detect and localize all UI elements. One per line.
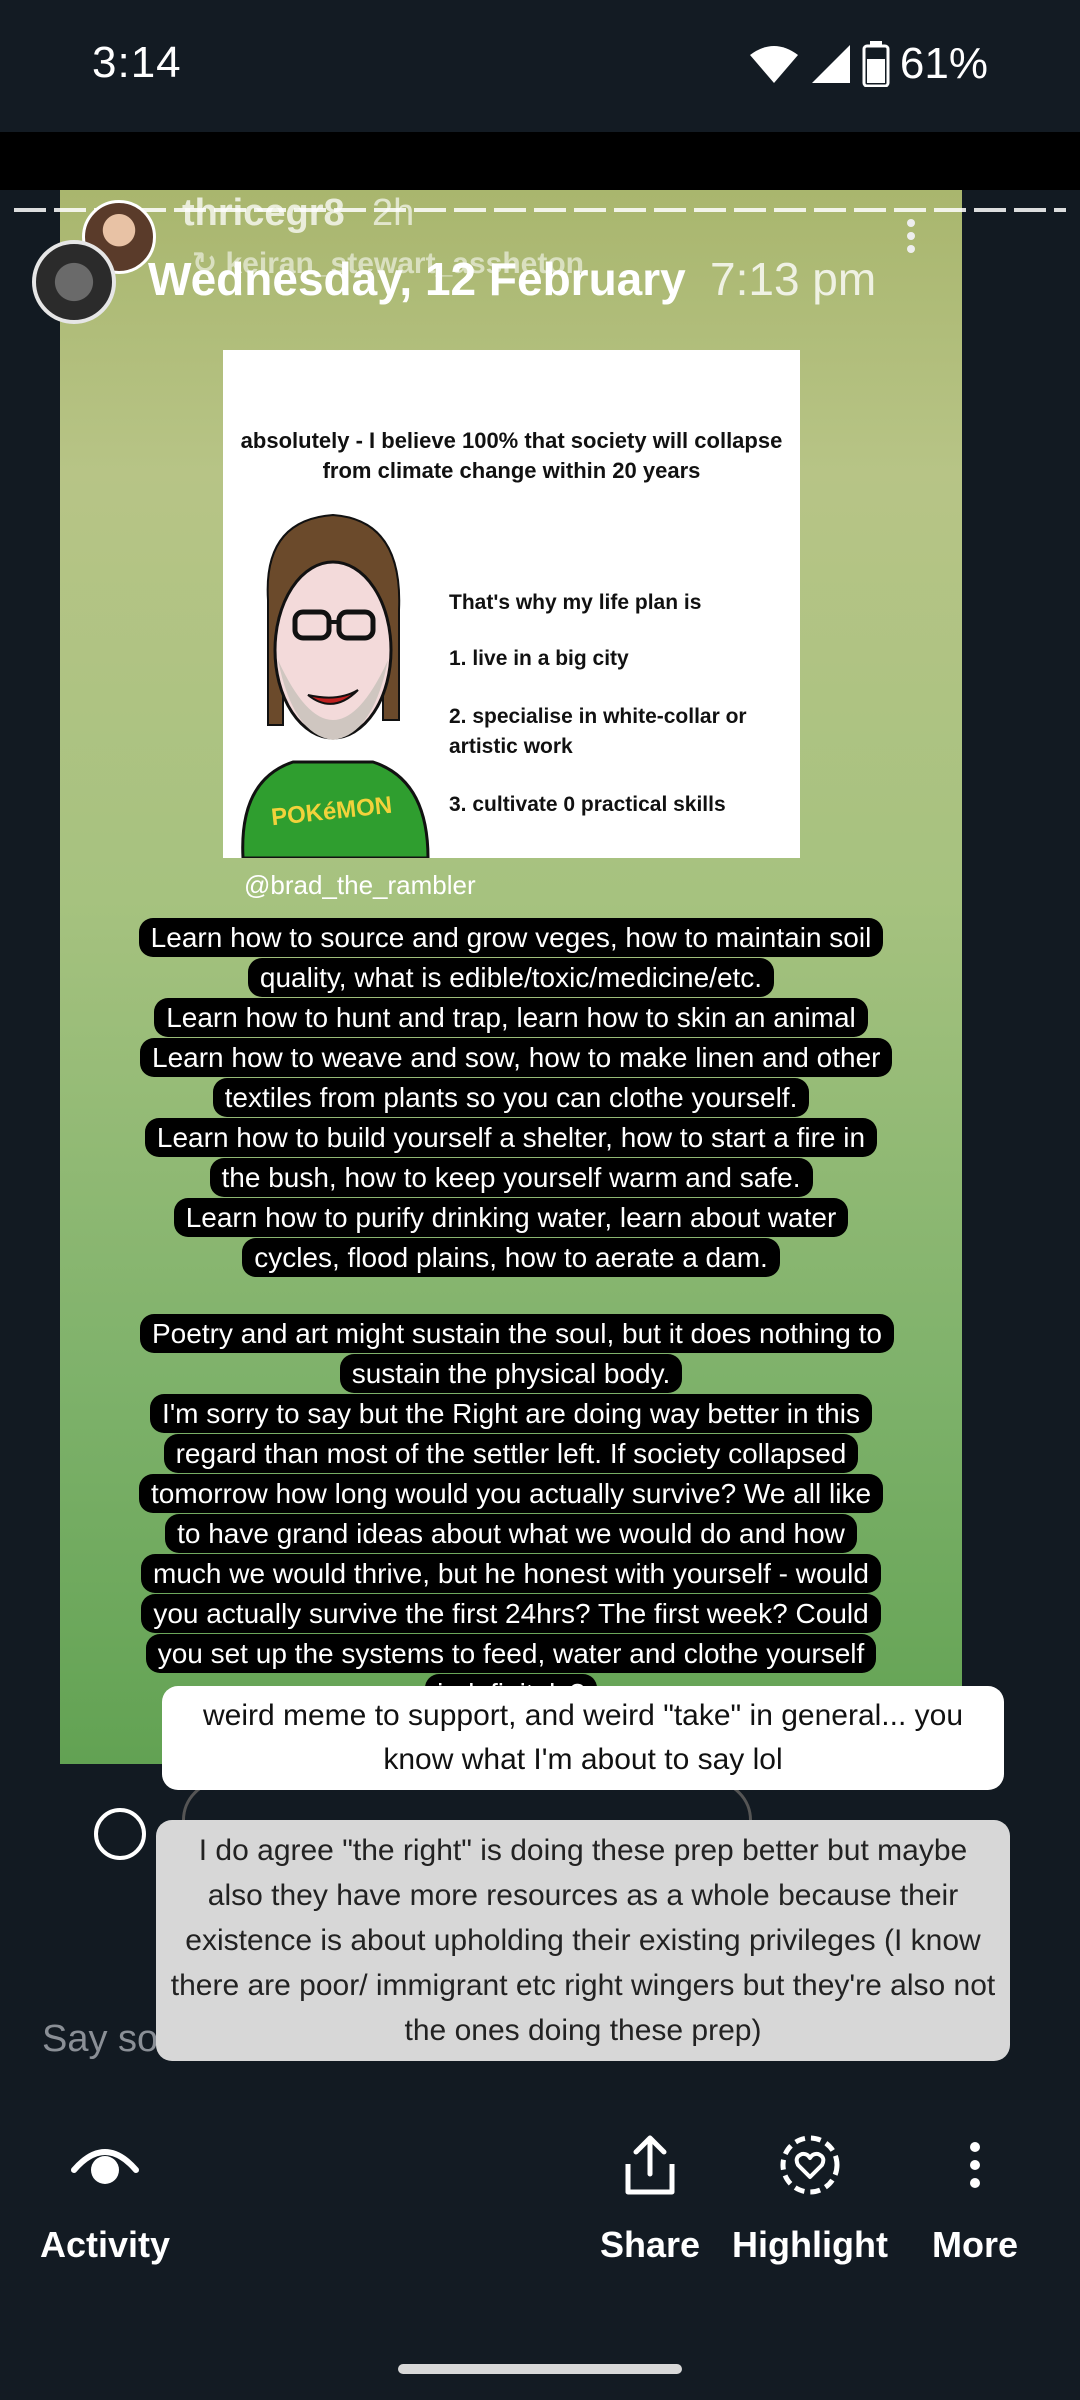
status-time: 3:14: [92, 38, 182, 87]
story-menu-icon[interactable]: [896, 214, 926, 264]
battery-icon: [862, 41, 890, 87]
text-block: Learn how to purify drinking water, lear…: [60, 1198, 962, 1278]
text-block: Poetry and art might sustain the soul, b…: [60, 1314, 962, 1394]
status-icons: 61%: [748, 36, 988, 92]
meme-plan-item: 3. cultivate 0 practical skills: [449, 793, 726, 816]
text-block: Learn how to build yourself a shelter, h…: [60, 1118, 962, 1198]
signal-icon: [811, 45, 850, 83]
story-progress-bar: [14, 208, 1066, 212]
activity-button[interactable]: Activity: [40, 2128, 170, 2266]
share-button[interactable]: Share: [590, 2128, 710, 2266]
meme-plan-item: 2. specialise in white-collar or artisti…: [449, 705, 747, 758]
story-username[interactable]: thricegr8: [182, 192, 345, 235]
author-avatar[interactable]: [32, 240, 116, 324]
story-date: Wednesday, 12 February: [148, 253, 686, 305]
eye-icon: [71, 2149, 139, 2184]
wifi-icon: [749, 46, 798, 83]
status-bar: 3:14 61%: [0, 0, 1080, 132]
text-block: I'm sorry to say but the Right are doing…: [60, 1394, 962, 1714]
story-top-band: [0, 132, 1080, 190]
highlight-label: Highlight: [732, 2224, 888, 2265]
text-block: Learn how to weave and sow, how to make …: [60, 1038, 962, 1118]
share-label: Share: [599, 2224, 701, 2265]
battery-percent: 61%: [899, 39, 988, 88]
more-button[interactable]: More: [920, 2128, 1030, 2266]
activity-label: Activity: [40, 2224, 171, 2265]
more-label: More: [931, 2224, 1018, 2265]
meme-plan: That's why my life plan is 1. live in a …: [449, 588, 789, 848]
home-indicator[interactable]: [398, 2364, 682, 2374]
share-icon: [625, 2135, 675, 2195]
text-block: Learn how to source and grow veges, how …: [60, 918, 962, 998]
overlay-comment: I do agree "the right" is doing these pr…: [156, 1820, 1010, 2061]
meme-credit: @brad_the_rambler: [244, 870, 476, 900]
story-time-ago: 2h: [372, 192, 415, 234]
highlight-button[interactable]: Highlight: [730, 2128, 890, 2266]
meme-image: absolutely - I believe 100% that society…: [223, 350, 800, 858]
story-time: 7:13 pm: [710, 253, 877, 305]
meme-quote: absolutely - I believe 100% that society…: [240, 428, 783, 483]
comment-icon[interactable]: [94, 1808, 146, 1860]
meme-plan-item: 1. live in a big city: [449, 647, 629, 670]
highlight-heart-icon: [780, 2135, 840, 2195]
more-vertical-icon: [970, 2142, 980, 2188]
overlay-comment: weird meme to support, and weird "take" …: [162, 1686, 1004, 1790]
meme-plan-title: That's why my life plan is: [449, 591, 702, 614]
